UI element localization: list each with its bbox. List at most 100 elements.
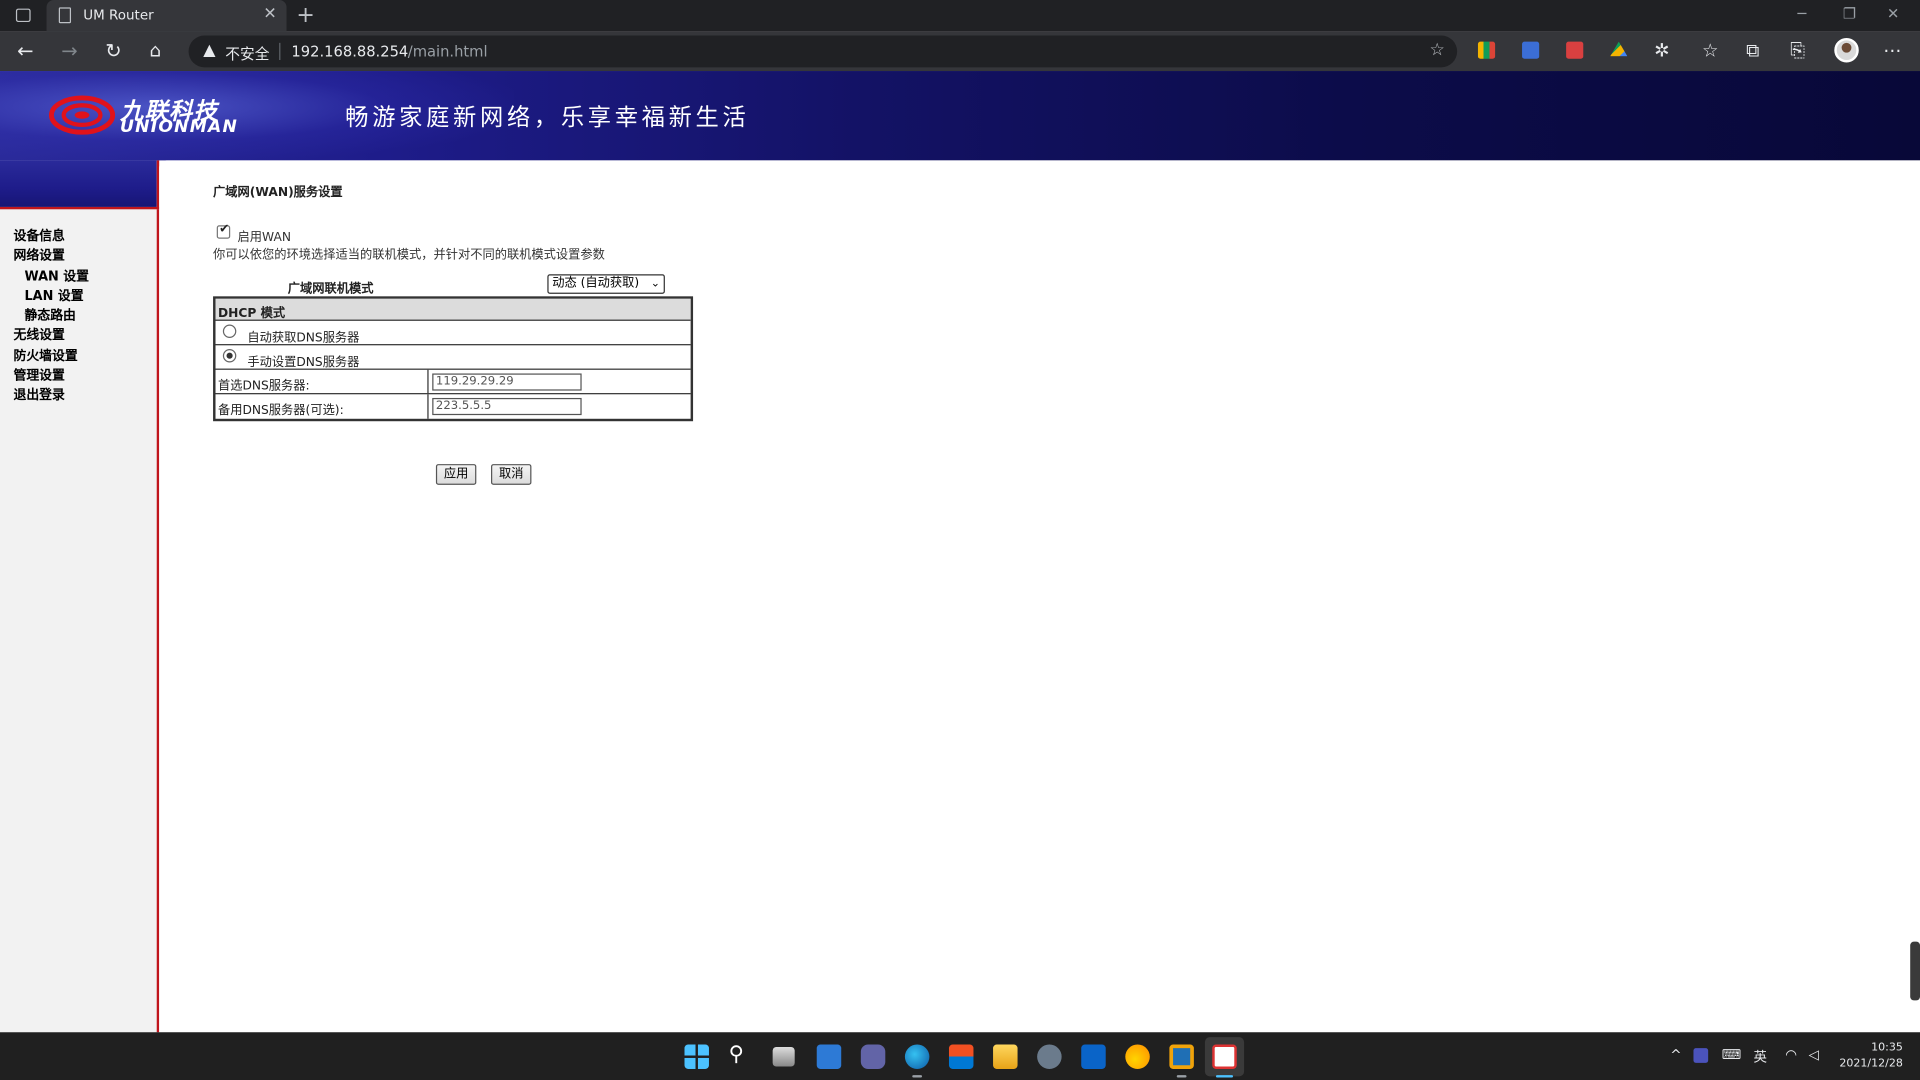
more-menu-icon[interactable]: ⋯ [1883, 39, 1901, 61]
primary-dns-row: 首选DNS服务器: 119.29.29.29 [215, 369, 691, 395]
manual-dns-row: 手动设置DNS服务器 [215, 345, 691, 370]
taskbar: ⚲ ^ ⌨ 英 ◠ ◁ 10:35 2021/12/28 [0, 1032, 1920, 1080]
sidebar-item-device-info[interactable]: 设备信息 [13, 227, 64, 245]
file-explorer-icon[interactable] [993, 1044, 1018, 1069]
settings-gear-icon[interactable] [1037, 1044, 1062, 1069]
clock-time: 10:35 [1871, 1042, 1903, 1055]
secondary-dns-label: 备用DNS服务器(可选): [217, 404, 344, 418]
brand-name-en: UNIONMAN [120, 117, 239, 138]
extensions-icon[interactable]: ✲ [1654, 39, 1669, 61]
secondary-dns-input[interactable]: 223.5.5.5 [432, 397, 582, 416]
forward-button[interactable]: → [61, 39, 77, 62]
sidebar-header [0, 160, 160, 210]
ime-indicator[interactable]: 英 [1753, 1047, 1766, 1067]
keyboard-icon[interactable]: ⌨ [1722, 1047, 1741, 1063]
volume-icon[interactable]: ◁ [1809, 1047, 1819, 1063]
new-tab-button[interactable]: + [296, 2, 314, 28]
banner: 九联科技 UNIONMAN 畅游家庭新网络，乐享幸福新生活 [0, 71, 1920, 161]
add-favorite-icon[interactable]: ☆ [1430, 40, 1445, 60]
sidebar-item-wireless[interactable]: 无线设置 [13, 326, 64, 344]
apply-button[interactable]: 应用 [435, 464, 477, 485]
favorites-icon[interactable]: ☆ [1702, 39, 1718, 61]
profile-avatar[interactable] [1834, 37, 1859, 63]
auto-dns-label: 自动获取DNS服务器 [247, 331, 360, 346]
manual-dns-radio[interactable] [222, 348, 237, 363]
wan-mode-label: 广域网联机模式 [287, 282, 374, 297]
remote-desktop-icon[interactable] [1169, 1044, 1194, 1069]
edge-running-indicator [912, 1075, 923, 1078]
warning-icon: ▲ [203, 41, 216, 61]
sidebar-item-logout[interactable]: 退出登录 [13, 386, 64, 404]
snipping-tool-icon[interactable] [1212, 1044, 1237, 1069]
tab-actions-icon[interactable] [15, 8, 31, 23]
primary-dns-input[interactable]: 119.29.29.29 [432, 373, 582, 391]
dhcp-header: DHCP 模式 [217, 307, 286, 321]
translate-extension-icon[interactable] [1522, 41, 1540, 59]
sidebar-item-wan[interactable]: WAN 设置 [24, 267, 89, 285]
url-path: /main.html [407, 42, 488, 61]
router-page: 九联科技 UNIONMAN 畅游家庭新网络，乐享幸福新生活 设备信息 网络设置 … [0, 71, 1920, 1033]
dhcp-settings-table: DHCP 模式 自动获取DNS服务器 手动设置DNS服务器 首选DNS服务器: … [213, 296, 694, 422]
unionman-logo-icon [48, 95, 116, 135]
chat-icon[interactable] [860, 1044, 886, 1069]
tab-um-router[interactable]: UM Router ✕ [46, 0, 287, 32]
url-host: 192.168.88.254 [291, 42, 409, 61]
widgets-icon[interactable] [816, 1044, 842, 1069]
enable-wan-checkbox[interactable] [216, 223, 231, 239]
auto-dns-radio[interactable] [222, 324, 237, 338]
sidebar-item-lan[interactable]: LAN 设置 [24, 287, 83, 305]
mail-icon[interactable] [1081, 1044, 1106, 1069]
share-icon[interactable]: ⎘ [1790, 39, 1805, 61]
tab-title: UM Router [83, 7, 154, 24]
active-app-indicator [1215, 1075, 1234, 1078]
auto-dns-row: 自动获取DNS服务器 [215, 321, 691, 346]
table-header-row: DHCP 模式 [215, 298, 691, 321]
start-icon[interactable] [684, 1044, 709, 1069]
wan-mode-select[interactable]: 动态 (自动获取) ⌄ [547, 274, 665, 294]
wifi-icon[interactable]: ◠ [1785, 1047, 1797, 1063]
reload-button[interactable]: ↻ [105, 39, 121, 62]
extension-color-icon[interactable] [1477, 41, 1496, 59]
security-label[interactable]: 不安全 [225, 43, 269, 64]
weather-icon[interactable] [1125, 1044, 1150, 1069]
clock-date: 2021/12/28 [1839, 1057, 1903, 1071]
clock[interactable]: 10:35 2021/12/28 [1839, 1041, 1903, 1073]
primary-dns-label: 首选DNS服务器: [217, 379, 310, 394]
sidebar-item-network-settings[interactable]: 网络设置 [13, 246, 64, 264]
browser-tab-strip: UM Router ✕ + ─ ❐ ✕ [0, 0, 1920, 32]
back-button[interactable]: ← [17, 39, 33, 62]
divider [427, 369, 429, 394]
sidebar-item-firewall[interactable]: 防火墙设置 [13, 347, 77, 365]
sidebar-item-static-route[interactable]: 静态路由 [24, 306, 75, 324]
task-view-icon[interactable] [772, 1046, 795, 1067]
address-bar[interactable]: ▲ 不安全 192.168.88.254 /main.html ☆ [188, 35, 1458, 68]
tab-close-icon[interactable]: ✕ [263, 5, 276, 23]
divider [427, 394, 429, 419]
home-button[interactable]: ⌂ [149, 39, 161, 61]
store-icon[interactable] [948, 1044, 974, 1069]
side-panel-handle[interactable] [1910, 941, 1920, 1001]
edge-icon[interactable] [904, 1044, 930, 1069]
minimize-button[interactable]: ─ [1798, 5, 1807, 22]
wan-mode-value: 动态 (自动获取) [552, 276, 640, 291]
page-icon [58, 7, 72, 24]
content-area [159, 160, 1920, 1033]
show-hidden-icons-chevron-icon[interactable]: ^ [1670, 1047, 1681, 1063]
enable-wan-label: 启用WAN [237, 231, 292, 245]
search-icon[interactable]: ⚲ [729, 1042, 753, 1066]
chevron-down-icon: ⌄ [650, 277, 661, 291]
browser-toolbar: ← → ↻ ⌂ ▲ 不安全 192.168.88.254 /main.html … [0, 31, 1920, 72]
divider [279, 42, 281, 61]
restore-button[interactable]: ❐ [1843, 5, 1856, 22]
cancel-button[interactable]: 取消 [491, 464, 532, 485]
teams-tray-icon[interactable] [1693, 1048, 1709, 1063]
manual-dns-label: 手动设置DNS服务器 [247, 356, 360, 370]
collections-icon[interactable]: ⧉ [1746, 39, 1759, 61]
close-window-button[interactable]: ✕ [1887, 5, 1899, 22]
page-title: 广域网(WAN)服务设置 [213, 186, 343, 200]
remote-running-indicator [1176, 1075, 1187, 1078]
pdf-extension-icon[interactable] [1566, 41, 1584, 59]
sidebar-item-management[interactable]: 管理设置 [13, 366, 64, 384]
mode-hint: 你可以依您的环境选择适当的联机模式，并针对不同的联机模式设置参数 [213, 248, 605, 263]
secondary-dns-row: 备用DNS服务器(可选): 223.5.5.5 [216, 394, 691, 419]
